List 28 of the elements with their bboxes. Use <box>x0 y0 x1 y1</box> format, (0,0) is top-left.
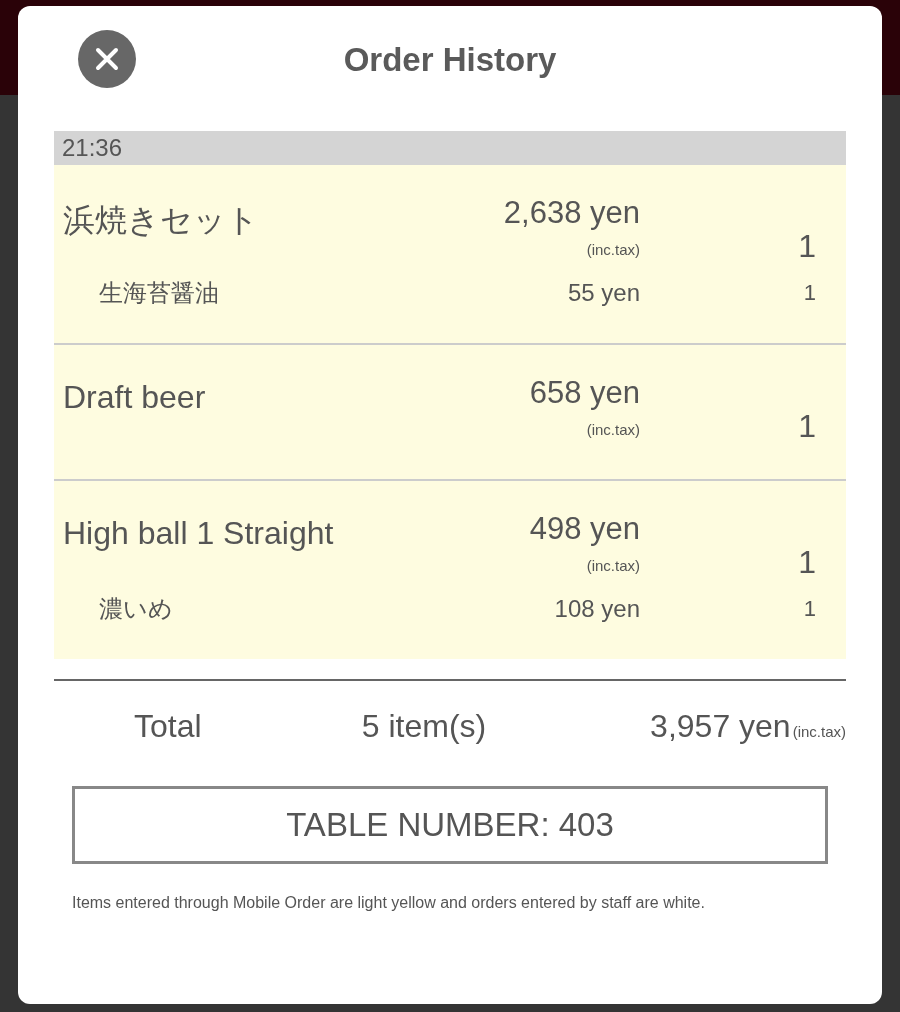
option-price: 108 yen <box>554 595 640 623</box>
item-name: 浜焼きセット <box>63 201 260 240</box>
tax-note: (inc.tax) <box>586 241 640 258</box>
close-icon <box>94 46 120 72</box>
item-quantity: 1 <box>797 408 816 445</box>
footnote: Items entered through Mobile Order are light yellow and orders entered by staff are white. <box>72 894 706 912</box>
total-amount: 3,957 yen <box>650 707 791 744</box>
total-item-count: 5 item(s) <box>360 707 488 745</box>
tax-note: (inc.tax) <box>586 557 640 574</box>
option-name: 濃いめ <box>98 594 174 624</box>
dialog-title: Order History <box>343 40 557 79</box>
option-quantity: 1 <box>802 280 816 306</box>
tax-note: (inc.tax) <box>792 722 846 740</box>
item-price: 658 yen <box>529 375 640 411</box>
option-name: 生海苔醤油 <box>98 278 220 308</box>
item-name: Draft beer <box>63 378 207 416</box>
option-price: 55 yen <box>567 279 640 307</box>
table-number: TABLE NUMBER: 403 <box>72 786 828 864</box>
total-label: Total <box>133 707 203 745</box>
item-quantity: 1 <box>797 544 816 581</box>
item-price: 498 yen <box>529 511 640 547</box>
item-quantity: 1 <box>797 228 816 265</box>
order-time-header: 21:36 <box>54 131 846 165</box>
close-button[interactable] <box>78 30 136 88</box>
item-price: 2,638 yen <box>503 195 640 231</box>
item-name: High ball 1 Straight <box>63 514 335 552</box>
option-quantity: 1 <box>802 596 816 622</box>
tax-note: (inc.tax) <box>586 421 640 438</box>
